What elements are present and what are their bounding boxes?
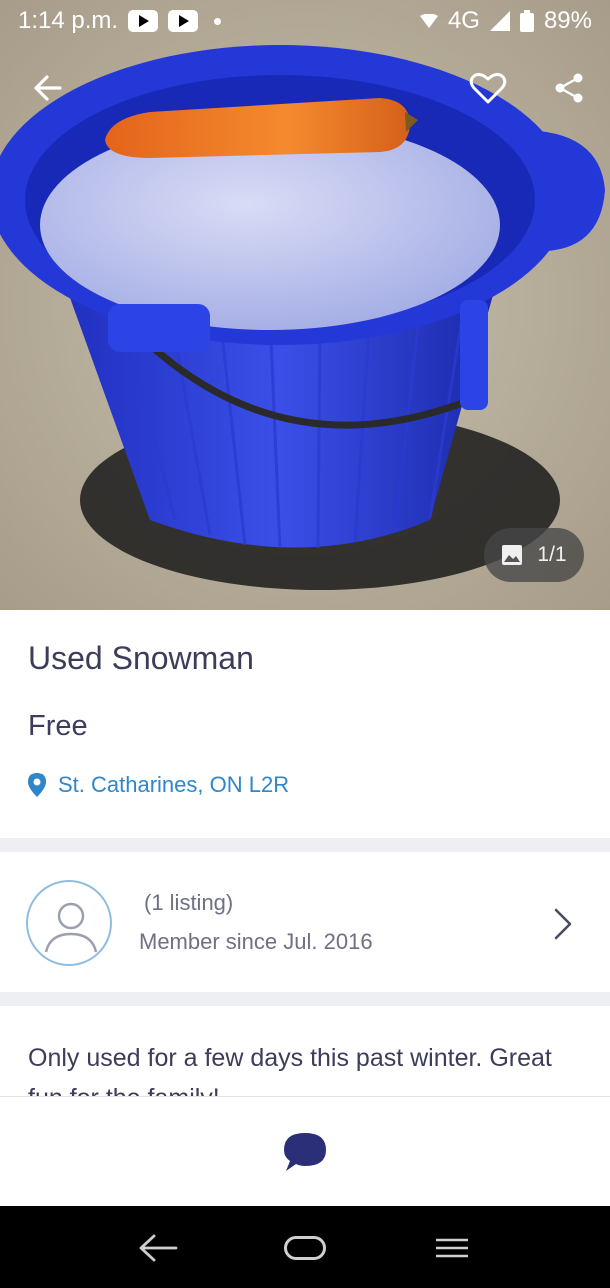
user-placeholder-icon	[44, 902, 98, 953]
network-type: 4G	[447, 7, 480, 34]
seller-avatar	[26, 880, 112, 966]
share-icon	[555, 73, 583, 103]
photo-count-text: 1/1	[537, 543, 567, 566]
chevron-right-icon	[554, 908, 572, 940]
chat-bubble-icon[interactable]	[282, 1131, 328, 1173]
photo-counter-badge[interactable]: 1/1	[484, 528, 584, 582]
youtube-notification-icon	[128, 10, 159, 32]
system-home-icon[interactable]	[284, 1236, 326, 1260]
system-navigation-bar	[0, 1206, 610, 1288]
listing-photo[interactable]	[0, 0, 610, 610]
bottom-action-bar	[0, 1096, 610, 1206]
youtube-notification-icon	[168, 10, 199, 32]
location-text: St. Catharines, ON L2R	[58, 772, 290, 797]
heart-icon	[469, 72, 507, 104]
seller-card[interactable]: (1 listing) Member since Jul. 2016	[0, 852, 610, 992]
back-button[interactable]	[20, 60, 76, 116]
section-divider	[0, 838, 610, 852]
battery-icon	[519, 10, 534, 32]
wifi-icon	[419, 14, 438, 28]
more-notifications-dot-icon	[214, 17, 222, 25]
location-pin-icon	[28, 773, 46, 797]
listing-location[interactable]: St. Catharines, ON L2R	[28, 772, 289, 798]
listing-info: Used Snowman Free St. Catharines, ON L2R	[0, 610, 610, 838]
seller-listing-count: (1 listing)	[144, 890, 234, 915]
image-icon	[502, 545, 523, 565]
listing-description: Only used for a few days this past winte…	[28, 1044, 552, 1096]
seller-member-since: Member since Jul. 2016	[139, 929, 373, 954]
listing-description-section: Only used for a few days this past winte…	[0, 1006, 610, 1096]
status-bar: 1:14 p.m. 4G 89%	[0, 0, 610, 42]
favorite-button[interactable]	[460, 60, 516, 116]
signal-icon	[489, 11, 510, 31]
back-arrow-icon	[34, 75, 62, 101]
battery-level: 89%	[543, 7, 592, 34]
listing-title: Used Snowman	[28, 640, 254, 676]
listing-price: Free	[28, 710, 88, 742]
section-divider	[0, 992, 610, 1006]
status-time: 1:14 p.m.	[18, 7, 119, 34]
share-button[interactable]	[541, 60, 597, 116]
system-back-icon[interactable]	[136, 1228, 180, 1268]
system-menu-icon[interactable]	[434, 1236, 470, 1260]
bucket-photo-illustration	[0, 0, 610, 610]
